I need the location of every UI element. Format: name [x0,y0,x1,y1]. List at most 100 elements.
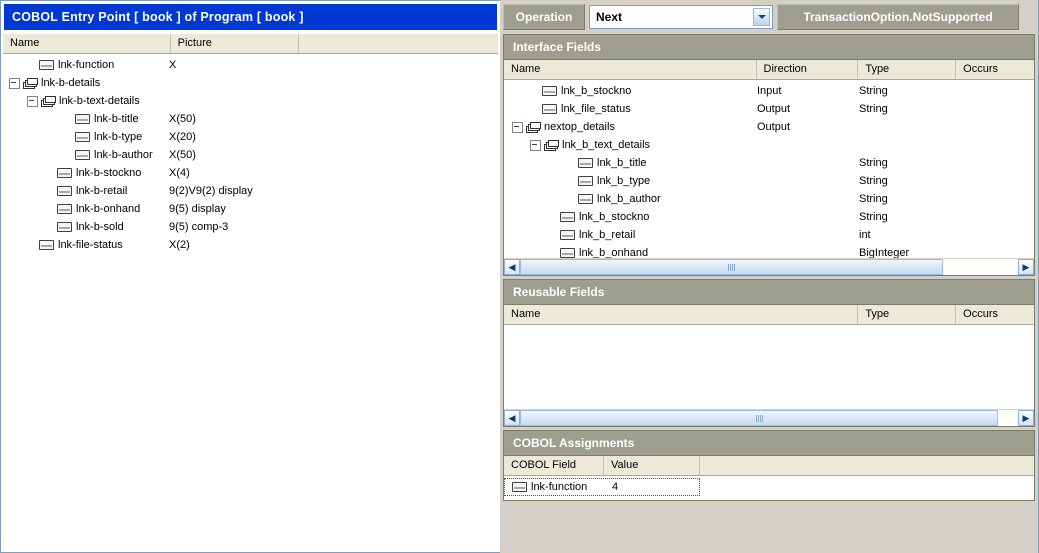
table-row[interactable]: lnk_b_typeString [504,172,1034,190]
row-direction-cell: Output [757,103,859,115]
scroll-right-icon[interactable]: ▶ [1018,259,1034,275]
collapse-icon[interactable] [512,122,523,133]
elementary-field-icon [39,240,54,250]
reusable-fields-list[interactable] [504,325,1034,409]
table-row[interactable]: lnk_b_stocknoString [504,208,1034,226]
interface-fields-hscrollbar[interactable]: ◀ ▶ [504,258,1034,275]
column-header-type[interactable]: Type [858,305,956,324]
row-label: lnk_b_retail [579,228,635,242]
column-header-direction[interactable]: Direction [757,60,859,79]
row-picture-cell: 9(2)V9(2) display [169,185,253,197]
row-label: lnk-b-sold [76,220,124,234]
elementary-field-icon [75,132,90,142]
row-name-cell: lnk-b-onhand [1,202,169,216]
row-name-cell: lnk_b_text_details [504,138,757,152]
row-label: lnk-file-status [58,238,123,252]
interface-fields-list[interactable]: lnk_b_stocknoInputString lnk_file_status O… [504,80,1034,258]
elementary-field-icon [560,248,575,258]
group-field-icon [544,140,558,151]
column-header-value[interactable]: Value [604,456,700,475]
row-label: lnk-b-stockno [76,166,141,180]
elementary-field-icon [578,194,593,204]
page-title: COBOL Entry Point [ book ] of Program [ … [4,4,497,30]
row-name-cell: lnk_b_title [504,156,757,170]
row-label: lnk-b-title [94,112,139,126]
collapse-icon[interactable] [530,140,541,151]
column-header-name[interactable]: Name [504,60,757,79]
row-label: lnk_b_text_details [562,138,650,152]
table-row[interactable]: nextop_details Output [504,118,1034,136]
tree-item[interactable]: lnk-b-titleX(50) [1,110,500,128]
chevron-down-icon[interactable] [753,8,770,26]
row-name-cell: lnk-b-details [1,76,169,90]
row-label: lnk-function [531,480,587,494]
elementary-field-icon [57,204,72,214]
row-name-cell: lnk_b_onhand [504,246,757,258]
table-row[interactable]: lnk_file_status OutputString [504,100,1034,118]
column-header-blank[interactable] [299,34,498,53]
tree-item[interactable]: lnk-b-text-details [1,92,500,110]
elementary-field-icon [39,60,54,70]
collapse-icon[interactable] [27,96,38,107]
row-label: lnk_b_title [597,156,647,170]
column-header-type[interactable]: Type [858,60,956,79]
scroll-track[interactable] [520,259,1018,275]
interface-fields-title: Interface Fields [504,35,1034,60]
tree-item[interactable]: lnk-b-stocknoX(4) [1,164,500,182]
tree-item[interactable]: lnk-b-typeX(20) [1,128,500,146]
row-label: lnk_b_onhand [579,246,648,258]
tree-item[interactable]: lnk-functionX [1,56,500,74]
operation-select[interactable]: Next [589,5,773,29]
column-header-blank[interactable] [700,456,1033,475]
column-header-cobol-field[interactable]: COBOL Field [504,456,604,475]
cobol-assignments-title: COBOL Assignments [504,431,1034,456]
scroll-left-icon[interactable]: ◀ [504,259,520,275]
table-row[interactable]: lnk-function4 [504,478,700,496]
scroll-thumb[interactable] [520,410,998,426]
row-label: nextop_details [544,120,615,134]
row-direction-cell: Output [757,121,859,133]
cobol-assignments-list[interactable]: lnk-function4 [504,476,1034,500]
tree-item[interactable]: lnk-b-sold9(5) comp-3 [1,218,500,236]
tree-item[interactable]: lnk-b-authorX(50) [1,146,500,164]
scroll-right-icon[interactable]: ▶ [1018,410,1034,426]
elementary-field-icon [512,482,527,492]
tree-item[interactable]: lnk-b-onhand9(5) display [1,200,500,218]
row-type-cell: String [859,103,957,115]
tree-item[interactable]: lnk-file-status X(2) [1,236,500,254]
elementary-field-icon [578,176,593,186]
cobol-entry-point-panel: COBOL Entry Point [ book ] of Program [ … [0,0,500,553]
table-row[interactable]: lnk_b_authorString [504,190,1034,208]
operation-toolbar: Operation Next TransactionOption.NotSupp… [500,3,1035,31]
column-header-occurs[interactable]: Occurs [956,60,1034,79]
scroll-left-icon[interactable]: ◀ [504,410,520,426]
cobol-field-tree[interactable]: lnk-functionX lnk-b-details lnk-b-text-det… [1,54,500,552]
row-name-cell: lnk-b-retail [1,184,169,198]
row-type-cell: String [859,85,957,97]
scroll-track[interactable] [520,410,1018,426]
column-header-name[interactable]: Name [3,34,171,53]
operation-label: Operation [503,4,585,30]
column-header-picture[interactable]: Picture [171,34,300,53]
table-row[interactable]: lnk_b_retailint [504,226,1034,244]
table-row[interactable]: lnk_b_onhand BigInteger [504,244,1034,258]
table-row[interactable]: lnk_b_text_details [504,136,1034,154]
row-name-cell: lnk_b_stockno [504,210,757,224]
reusable-fields-hscrollbar[interactable]: ◀ ▶ [504,409,1034,426]
row-picture-cell: X(2) [169,239,190,251]
elementary-field-icon [57,222,72,232]
column-header-occurs[interactable]: Occurs [956,305,1034,324]
tree-item[interactable]: lnk-b-retail9(2)V9(2) display [1,182,500,200]
collapse-icon[interactable] [9,78,20,89]
scroll-thumb[interactable] [520,259,943,275]
row-type-cell: BigInteger [859,247,957,258]
row-type-cell: String [859,193,957,205]
elementary-field-icon [578,158,593,168]
row-label: lnk_file_status [561,102,631,116]
tree-item[interactable]: lnk-b-details [1,74,500,92]
table-row[interactable]: lnk_b_stocknoInputString [504,82,1034,100]
table-row[interactable]: lnk_b_titleString [504,154,1034,172]
interface-fields-column-headers: Name Direction Type Occurs [504,60,1034,80]
row-label: lnk_b_stockno [561,84,631,98]
column-header-name[interactable]: Name [504,305,858,324]
